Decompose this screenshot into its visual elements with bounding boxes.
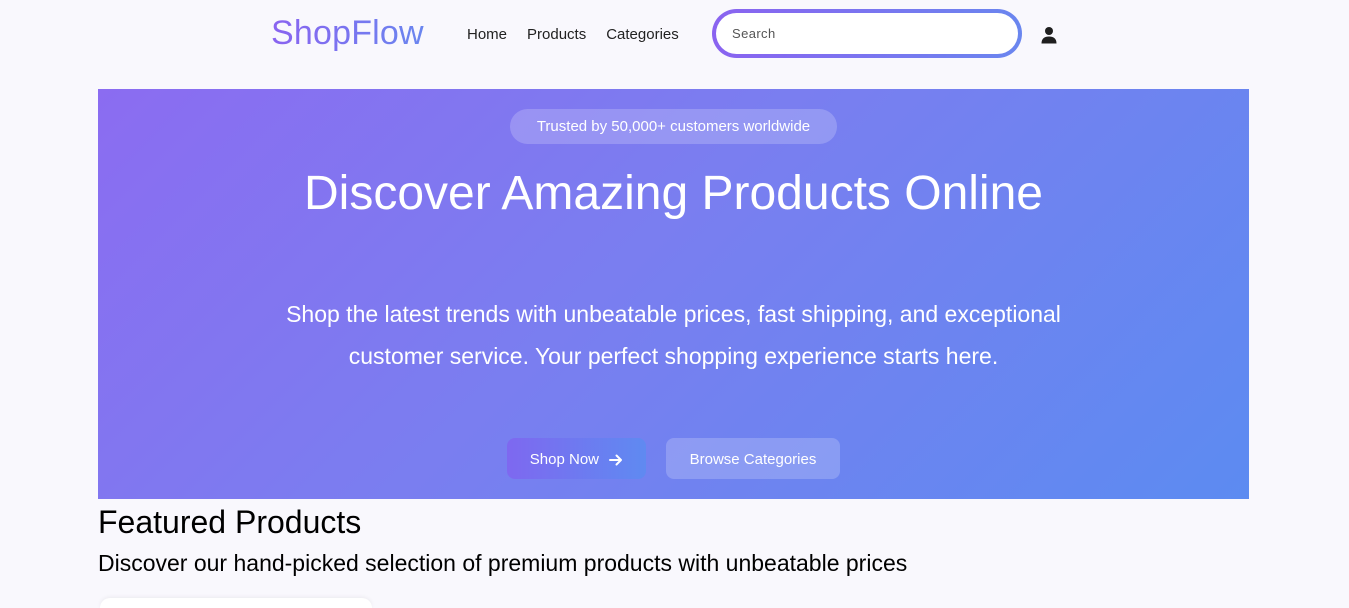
main-nav: Home Products Categories — [467, 26, 679, 43]
hero-title: Discover Amazing Products Online — [304, 167, 1043, 220]
shop-now-button[interactable]: Shop Now — [507, 438, 646, 479]
site-header: ShopFlow Home Products Categories — [0, 0, 1349, 72]
featured-products-subtitle: Discover our hand-picked selection of pr… — [98, 550, 908, 576]
search-box — [712, 9, 1022, 58]
user-icon[interactable] — [1040, 26, 1058, 44]
featured-products-title: Featured Products — [98, 504, 362, 540]
trust-badge: Trusted by 50,000+ customers worldwide — [510, 109, 837, 144]
logo[interactable]: ShopFlow — [271, 14, 424, 53]
hero-banner: Trusted by 50,000+ customers worldwide D… — [98, 89, 1249, 499]
nav-products-link[interactable]: Products — [527, 26, 586, 43]
nav-home-link[interactable]: Home — [467, 26, 507, 43]
arrow-right-icon — [609, 454, 623, 466]
hero-subtitle: Shop the latest trends with unbeatable p… — [286, 301, 1061, 369]
search-input[interactable] — [716, 13, 1018, 54]
nav-categories-link[interactable]: Categories — [606, 26, 679, 43]
browse-categories-button[interactable]: Browse Categories — [666, 438, 840, 479]
shop-now-label: Shop Now — [529, 451, 600, 468]
product-card[interactable] — [100, 598, 372, 608]
